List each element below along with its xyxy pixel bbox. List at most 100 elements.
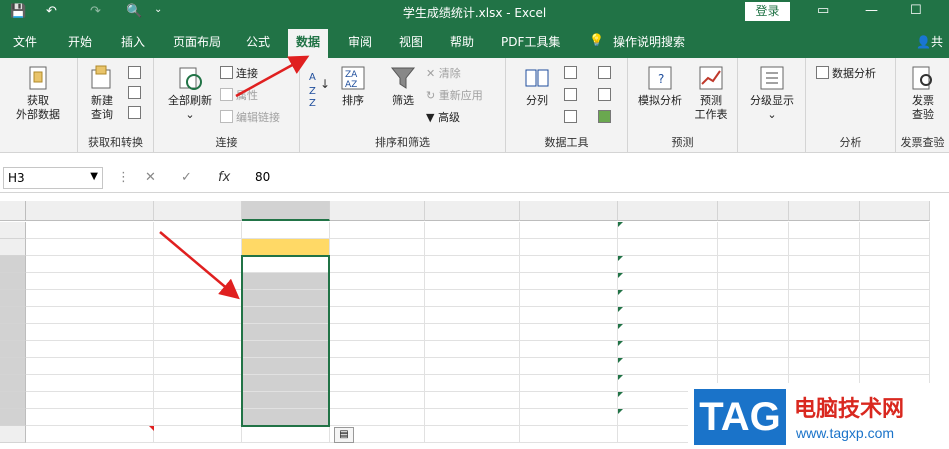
cell-h3[interactable]	[242, 256, 330, 273]
cell-j3[interactable]	[425, 256, 520, 273]
cell-a3[interactable]	[26, 256, 154, 273]
forecast-sheet-button[interactable]: 预测 工作表	[688, 64, 734, 122]
cell-l9[interactable]	[618, 358, 718, 375]
cell-g8[interactable]	[154, 341, 242, 358]
cell-j12[interactable]	[425, 409, 520, 426]
cell-l6[interactable]	[618, 307, 718, 324]
cell-i4[interactable]	[330, 273, 425, 290]
cell-a1[interactable]	[26, 222, 154, 239]
cell-l5[interactable]	[618, 290, 718, 307]
cell-k10[interactable]	[520, 375, 618, 392]
cell-l3[interactable]	[618, 256, 718, 273]
cell-k3[interactable]	[520, 256, 618, 273]
cell-n2[interactable]	[789, 239, 860, 256]
cell-j5[interactable]	[425, 290, 520, 307]
row-header-1[interactable]	[0, 222, 26, 239]
cell-m1[interactable]	[718, 222, 789, 239]
row-header-12[interactable]	[0, 409, 26, 426]
cell-h9[interactable]	[242, 358, 330, 375]
cell-j2[interactable]	[425, 239, 520, 256]
invoice-check-button[interactable]: 发票 查验	[898, 64, 948, 122]
cell-k8[interactable]	[520, 341, 618, 358]
cell-j7[interactable]	[425, 324, 520, 341]
row-header-13[interactable]	[0, 426, 26, 443]
cell-n7[interactable]	[789, 324, 860, 341]
cell-i6[interactable]	[330, 307, 425, 324]
cell-a13[interactable]	[26, 426, 154, 443]
cell-g4[interactable]	[154, 273, 242, 290]
cell-m7[interactable]	[718, 324, 789, 341]
column-header-k[interactable]	[520, 201, 618, 221]
cell-h12[interactable]	[242, 409, 330, 426]
tab-review[interactable]: 审阅	[348, 33, 372, 50]
column-header-n[interactable]	[789, 201, 860, 221]
cell-g6[interactable]	[154, 307, 242, 324]
consolidate-icon[interactable]	[598, 66, 611, 79]
data-analysis-button[interactable]: 数据分析	[816, 66, 876, 82]
get-external-data-button[interactable]: 获取 外部数据	[4, 64, 72, 122]
cell-k9[interactable]	[520, 358, 618, 375]
cell-h13[interactable]	[242, 426, 330, 443]
cell-n3[interactable]	[789, 256, 860, 273]
cell-g5[interactable]	[154, 290, 242, 307]
cell-o2[interactable]	[860, 239, 930, 256]
refresh-all-button[interactable]: 全部刷新 ⌄	[160, 64, 220, 122]
cell-j13[interactable]	[425, 426, 520, 443]
insert-function-button[interactable]: fx	[218, 170, 230, 185]
row-header-6[interactable]	[0, 307, 26, 324]
cell-l8[interactable]	[618, 341, 718, 358]
cell-m5[interactable]	[718, 290, 789, 307]
cell-i1[interactable]	[330, 222, 425, 239]
cell-k2[interactable]	[520, 239, 618, 256]
column-header-l[interactable]	[618, 201, 718, 221]
cell-a10[interactable]	[26, 375, 154, 392]
cell-k12[interactable]	[520, 409, 618, 426]
cell-k6[interactable]	[520, 307, 618, 324]
cell-j10[interactable]	[425, 375, 520, 392]
cell-o1[interactable]	[860, 222, 930, 239]
tell-me-search[interactable]: 操作说明搜索	[613, 33, 685, 50]
cell-h5[interactable]	[242, 290, 330, 307]
column-header-a[interactable]	[26, 201, 154, 221]
row-header-5[interactable]	[0, 290, 26, 307]
cell-n6[interactable]	[789, 307, 860, 324]
connections-button[interactable]: 连接	[220, 66, 258, 82]
tab-page-layout[interactable]: 页面布局	[173, 33, 221, 50]
what-if-analysis-button[interactable]: ? 模拟分析	[632, 64, 688, 108]
tab-help[interactable]: 帮助	[450, 33, 474, 50]
advanced-filter-button[interactable]: ▼ 高级	[426, 110, 460, 126]
cell-g11[interactable]	[154, 392, 242, 409]
select-all-corner[interactable]	[0, 201, 26, 221]
cancel-icon[interactable]: ✕	[145, 170, 156, 185]
cell-o8[interactable]	[860, 341, 930, 358]
manage-data-model-icon[interactable]	[598, 110, 611, 123]
cell-h10[interactable]	[242, 375, 330, 392]
cell-i10[interactable]	[330, 375, 425, 392]
cell-j1[interactable]	[425, 222, 520, 239]
cell-o3[interactable]	[860, 256, 930, 273]
column-header-j[interactable]	[425, 201, 520, 221]
cell-a2[interactable]	[26, 239, 154, 256]
from-table-icon[interactable]	[128, 86, 141, 99]
cell-j4[interactable]	[425, 273, 520, 290]
cell-k1[interactable]	[520, 222, 618, 239]
cell-j6[interactable]	[425, 307, 520, 324]
cell-n4[interactable]	[789, 273, 860, 290]
flash-fill-icon[interactable]	[564, 66, 577, 79]
cell-o4[interactable]	[860, 273, 930, 290]
cell-j11[interactable]	[425, 392, 520, 409]
reapply-button[interactable]: ↻ 重新应用	[426, 88, 483, 104]
cell-i8[interactable]	[330, 341, 425, 358]
cell-i12[interactable]	[330, 409, 425, 426]
tab-home[interactable]: 开始	[68, 33, 92, 50]
cell-l2[interactable]	[618, 239, 718, 256]
edit-links-button[interactable]: 编辑链接	[220, 110, 280, 126]
cell-a12[interactable]	[26, 409, 154, 426]
cell-a6[interactable]	[26, 307, 154, 324]
enter-icon[interactable]: ✓	[181, 170, 192, 185]
sort-az-button[interactable]: A Z ↓ Z	[304, 66, 332, 120]
cell-i7[interactable]	[330, 324, 425, 341]
cell-a5[interactable]	[26, 290, 154, 307]
cell-j8[interactable]	[425, 341, 520, 358]
row-header-8[interactable]	[0, 341, 26, 358]
